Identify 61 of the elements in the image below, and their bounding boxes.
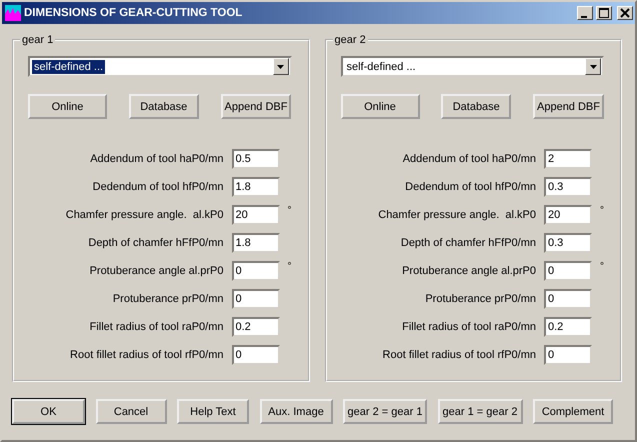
input-field[interactable]: 0 [544, 289, 592, 309]
input-field[interactable]: 0.3 [544, 233, 592, 253]
push-button[interactable]: Append DBF [220, 94, 292, 119]
input-field[interactable]: 0.2 [232, 317, 280, 337]
dropdown[interactable]: self-defined ... [28, 56, 292, 77]
field-label: Protuberance prP0/mn [424, 293, 536, 305]
push-button[interactable]: Online [340, 94, 420, 119]
dialog-button[interactable]: Complement [533, 399, 613, 424]
maximize-icon [599, 8, 609, 18]
dropdown[interactable]: self-defined ... [340, 56, 604, 77]
group-label: gear 1 [21, 34, 54, 46]
dialog-button[interactable]: gear 1 = gear 2 [438, 399, 522, 424]
field-label: Depth of chamfer hFfP0/mn [87, 237, 224, 249]
dialog-button[interactable]: Cancel [96, 399, 166, 424]
input-field[interactable]: 0.3 [544, 177, 592, 197]
dialog-button[interactable]: OK [12, 399, 85, 424]
field-label: Depth of chamfer hFfP0/mn [400, 237, 536, 249]
push-button[interactable]: Database [128, 94, 199, 119]
unit-label: ° [600, 261, 605, 272]
field-label: Root fillet radius of tool rfP0/mn [69, 349, 224, 361]
window-title: DIMENSIONS OF GEAR-CUTTING TOOL [24, 7, 244, 19]
input-field[interactable]: 0 [544, 345, 592, 365]
push-button[interactable]: Append DBF [533, 94, 604, 119]
field-label: Addendum of tool haP0/mn [402, 153, 536, 165]
dialog-button[interactable]: gear 2 = gear 1 [343, 399, 427, 424]
minimize-button[interactable] [577, 6, 593, 20]
dialog-button[interactable]: Aux. Image [260, 399, 332, 424]
push-button[interactable]: Online [28, 94, 107, 119]
close-button[interactable] [617, 6, 633, 20]
dialog-button[interactable]: Help Text [177, 399, 249, 424]
app-icon [5, 5, 21, 21]
field-label: Addendum of tool haP0/mn [89, 153, 224, 165]
minimize-icon [581, 16, 587, 18]
input-field[interactable]: 1.8 [232, 233, 280, 253]
field-label: Dedendum of tool hfP0/mn [404, 181, 536, 193]
field-label: Chamfer pressure angle. al.kP0 [64, 209, 224, 221]
unit-label: ° [600, 205, 605, 216]
input-field[interactable]: 0 [544, 261, 592, 281]
field-label: Chamfer pressure angle. al.kP0 [377, 209, 536, 221]
input-field[interactable]: 0.2 [544, 317, 592, 337]
input-field[interactable]: 0 [232, 261, 280, 281]
input-field[interactable]: 20 [544, 205, 592, 225]
unit-label: ° [288, 261, 292, 272]
input-field[interactable]: 0 [232, 345, 280, 365]
input-field[interactable]: 2 [544, 149, 592, 169]
field-label: Fillet radius of tool raP0/mn [401, 321, 536, 333]
input-field[interactable]: 0.5 [232, 149, 280, 169]
input-field[interactable]: 1.8 [232, 177, 280, 197]
field-label: Protuberance prP0/mn [112, 293, 224, 305]
push-button[interactable]: Database [441, 94, 512, 119]
field-label: Dedendum of tool hfP0/mn [92, 181, 224, 193]
field-label: Protuberance angle al.prP0 [88, 265, 224, 277]
maximize-button[interactable] [596, 6, 612, 20]
unit-label: ° [288, 205, 292, 216]
group-label: gear 2 [334, 34, 367, 46]
input-field[interactable]: 20 [232, 205, 280, 225]
field-label: Root fillet radius of tool rfP0/mn [382, 349, 536, 361]
close-icon [620, 8, 630, 18]
field-label: Protuberance angle al.prP0 [401, 265, 536, 277]
input-field[interactable]: 0 [232, 289, 280, 309]
field-label: Fillet radius of tool raP0/mn [88, 321, 224, 333]
